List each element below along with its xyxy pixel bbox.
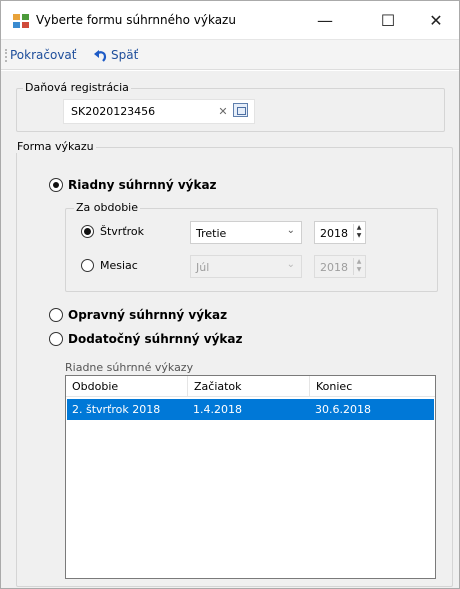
maximize-button[interactable]: ☐	[365, 1, 411, 39]
reports-list[interactable]: Obdobie Začiatok Koniec 2. štvrťrok 2018…	[65, 375, 436, 579]
row-end: 30.6.2018	[315, 403, 371, 416]
row-period: 2. štvrťrok 2018	[72, 403, 161, 416]
toolbar: Pokračovať Späť	[1, 39, 459, 70]
month-radio[interactable]	[81, 259, 94, 272]
row-start: 1.4.2018	[193, 403, 242, 416]
quarter-radio[interactable]	[81, 225, 94, 238]
month-label[interactable]: Mesiac	[100, 259, 138, 272]
month-year-value: 2018	[320, 261, 348, 274]
calendar-icon[interactable]	[233, 103, 248, 117]
close-button[interactable]: ✕	[413, 1, 459, 39]
toolbar-grip-icon[interactable]	[5, 49, 7, 62]
spinner-arrows-icon[interactable]: ▲ ▼	[353, 224, 364, 241]
table-row[interactable]: 2. štvrťrok 2018 1.4.2018 30.6.2018	[67, 399, 434, 420]
close-icon[interactable]: ✕	[217, 105, 229, 118]
report-form-caption: Forma výkazu	[15, 140, 96, 153]
month-select-value: Júl	[196, 261, 210, 274]
regular-report-radio[interactable]	[49, 178, 63, 192]
title-bar[interactable]: Vyberte formu súhrnného výkazu — ☐ ✕	[1, 1, 459, 39]
minimize-button[interactable]: —	[302, 1, 348, 39]
column-header-end[interactable]: Koniec	[310, 376, 435, 397]
spinner-arrows-icon[interactable]: ▲ ▼	[353, 258, 364, 275]
period-caption: Za obdobie	[74, 201, 141, 214]
back-button[interactable]: Späť	[111, 48, 138, 62]
supplementary-report-radio[interactable]	[49, 332, 63, 346]
quarter-select[interactable]: Tretie ⌄	[190, 221, 302, 244]
corrective-report-radio[interactable]	[49, 308, 63, 322]
dialog-window: Vyberte formu súhrnného výkazu — ☐ ✕ Pok…	[0, 0, 460, 589]
month-select[interactable]: Júl ⌄	[190, 255, 302, 278]
quarter-select-value: Tretie	[196, 227, 227, 240]
column-header-period[interactable]: Obdobie	[66, 376, 188, 397]
month-year-stepper[interactable]: 2018 ▲ ▼	[314, 255, 366, 278]
quarter-year-stepper[interactable]: 2018 ▲ ▼	[314, 221, 366, 244]
reports-list-label: Riadne súhrnné výkazy	[65, 361, 194, 374]
app-icon	[13, 14, 29, 28]
chevron-down-icon: ⌄	[286, 259, 295, 270]
tax-registration-caption: Daňová registrácia	[23, 81, 131, 94]
quarter-label[interactable]: Štvrťrok	[100, 225, 144, 238]
list-header: Obdobie Začiatok Koniec	[66, 376, 435, 397]
column-header-start[interactable]: Začiatok	[188, 376, 310, 397]
window-title: Vyberte formu súhrnného výkazu	[36, 13, 236, 27]
chevron-down-icon: ⌄	[286, 225, 295, 236]
corrective-report-label[interactable]: Opravný súhrnný výkaz	[68, 308, 227, 322]
undo-arrow-icon[interactable]	[93, 49, 107, 62]
regular-report-label[interactable]: Riadny súhrnný výkaz	[68, 178, 217, 192]
quarter-year-value: 2018	[320, 227, 348, 240]
continue-button[interactable]: Pokračovať	[10, 48, 77, 62]
supplementary-report-label[interactable]: Dodatočný súhrnný výkaz	[68, 332, 242, 346]
